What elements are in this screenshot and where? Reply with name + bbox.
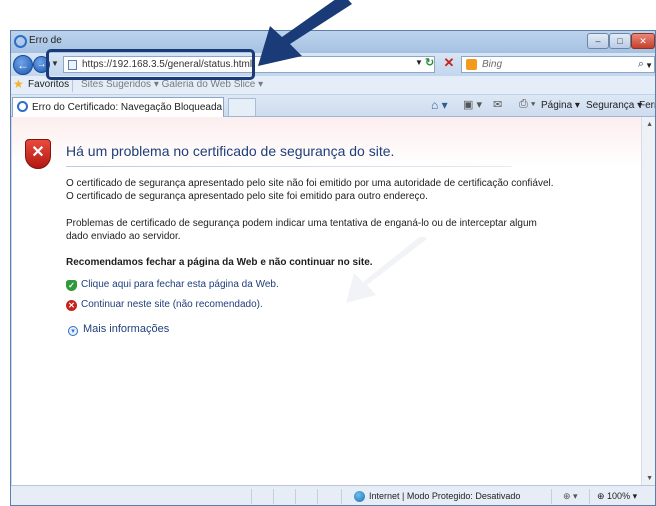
- shield-x-icon: ✕: [66, 300, 77, 311]
- close-page-link[interactable]: ✓ Clique aqui para fechar esta página da …: [66, 279, 279, 291]
- zoom-level[interactable]: ⊕ 100% ▾: [597, 491, 637, 502]
- explanation-line: O certificado de segurança apresentado p…: [66, 191, 428, 202]
- more-info-toggle[interactable]: ▾ Mais informações: [68, 323, 169, 336]
- faded-arrow-icon: [346, 237, 427, 303]
- continue-site-link[interactable]: ✕ Continuar neste site (não recomendado).: [66, 299, 263, 311]
- scroll-down-icon[interactable]: ▼: [646, 475, 653, 482]
- scroll-up-icon[interactable]: ▲: [646, 121, 653, 128]
- close-page-label[interactable]: Clique aqui para fechar esta página da W…: [81, 279, 279, 290]
- warning-line: dado enviado ao servidor.: [66, 231, 181, 242]
- recommendation-text: Recomendamos fechar a página da Web e nã…: [66, 257, 373, 268]
- more-info-label[interactable]: Mais informações: [83, 323, 169, 335]
- status-bar: Internet | Modo Protegido: Desativado ⊕ …: [11, 485, 655, 505]
- vertical-scrollbar[interactable]: [641, 117, 655, 485]
- divider: [295, 489, 296, 504]
- expand-icon: ▾: [68, 326, 78, 336]
- divider: [341, 489, 342, 504]
- cert-warning: Problemas de certificado de segurança po…: [66, 217, 537, 243]
- divider: [251, 489, 252, 504]
- divider: [66, 166, 512, 167]
- divider: [273, 489, 274, 504]
- divider: [589, 489, 590, 504]
- cert-explanation: O certificado de segurança apresentado p…: [66, 177, 554, 203]
- security-zone[interactable]: Internet | Modo Protegido: Desativado: [369, 491, 520, 501]
- continue-site-label[interactable]: Continuar neste site (não recomendado).: [81, 299, 263, 310]
- divider: [551, 489, 552, 504]
- warning-line: Problemas de certificado de segurança po…: [66, 218, 537, 229]
- shield-error-icon: ✕: [25, 139, 51, 169]
- page-title: Há um problema no certificado de seguran…: [66, 143, 395, 159]
- globe-icon: [354, 491, 365, 502]
- callout-arrow-icon: [258, 0, 352, 66]
- protected-mode-icon[interactable]: ⊕ ▾: [563, 491, 578, 502]
- page-content: ✕ Há um problema no certificado de segur…: [12, 117, 642, 485]
- divider: [317, 489, 318, 504]
- zoom-value: 100%: [607, 491, 631, 501]
- explanation-line: O certificado de segurança apresentado p…: [66, 178, 554, 189]
- shield-check-icon: ✓: [66, 280, 77, 291]
